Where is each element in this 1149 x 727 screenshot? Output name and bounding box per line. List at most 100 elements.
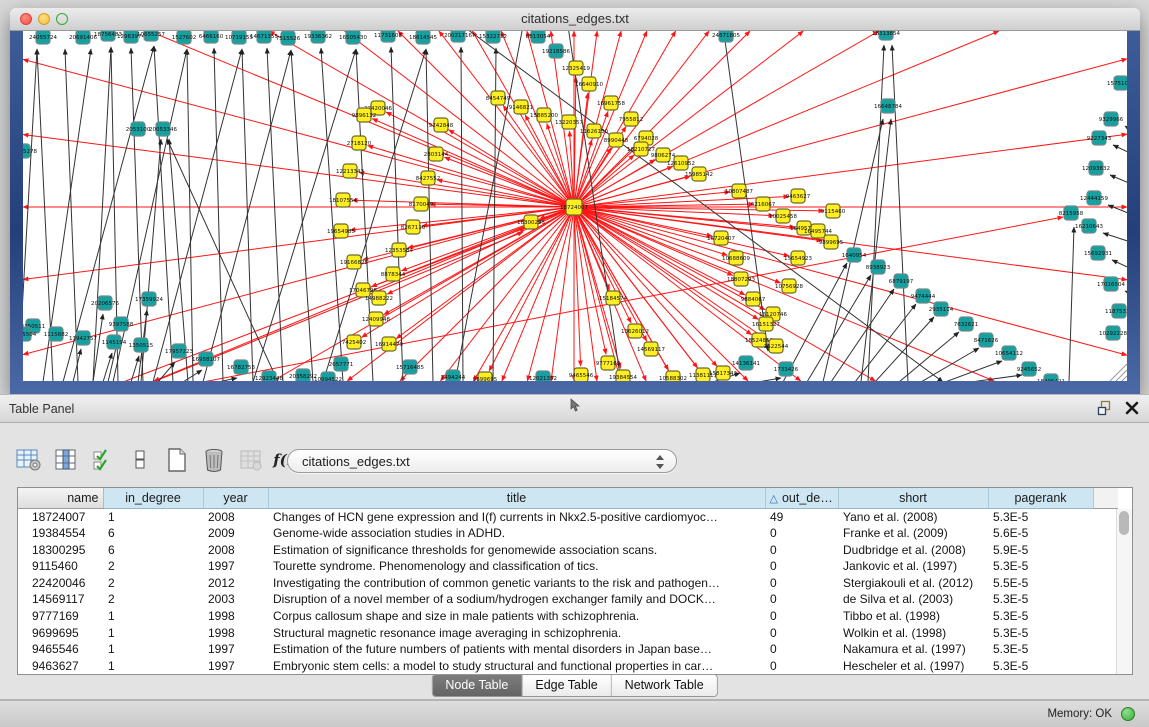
- graph-node[interactable]: 8938923: [866, 260, 891, 274]
- graph-node[interactable]: 19384554: [609, 370, 637, 381]
- graph-node[interactable]: 9463627: [786, 189, 811, 203]
- table-row[interactable]: 2242004622012Investigating the contribut…: [18, 575, 1118, 592]
- graph-node[interactable]: 14136141: [732, 356, 760, 370]
- graph-node[interactable]: 17135278: [23, 144, 37, 158]
- graph-node[interactable]: 9465546: [569, 368, 594, 381]
- table-row[interactable]: 911546021997Tourette syndrome. Phenomeno…: [18, 558, 1118, 575]
- graph-node[interactable]: 8471626: [974, 333, 999, 347]
- graph-node[interactable]: 12409948: [362, 312, 390, 326]
- graph-node[interactable]: 2053100: [126, 122, 151, 136]
- graph-node[interactable]: 20206576: [91, 296, 119, 310]
- column-header-year[interactable]: year: [203, 488, 268, 508]
- graph-node[interactable]: 1350515: [129, 338, 154, 352]
- graph-node[interactable]: 1640954: [842, 248, 867, 262]
- graph-node[interactable]: 2803144: [424, 147, 449, 161]
- graph-node[interactable]: 15692931: [1084, 246, 1112, 260]
- graph-node[interactable]: 14671355: [250, 31, 278, 43]
- graph-node[interactable]: 19336362: [304, 31, 332, 43]
- import-table-icon[interactable]: [238, 447, 264, 473]
- graph-node[interactable]: 24055724: [29, 31, 57, 44]
- new-table-icon[interactable]: [164, 447, 190, 473]
- graph-node[interactable]: 2718120: [347, 136, 372, 150]
- table-scrollbar-thumb[interactable]: [1119, 511, 1129, 535]
- tab-network-table[interactable]: Network Table: [612, 675, 717, 696]
- graph-node[interactable]: 16648784: [874, 99, 902, 113]
- graph-node[interactable]: 24871805: [712, 31, 740, 42]
- row-select-icon[interactable]: [90, 447, 116, 473]
- graph-node[interactable]: 9227343: [1087, 131, 1112, 145]
- graph-node[interactable]: 16782753: [227, 360, 255, 374]
- graph-node[interactable]: 6879197: [889, 274, 914, 288]
- graph-node[interactable]: 10756928: [775, 279, 803, 293]
- graph-node[interactable]: 19218586: [542, 44, 570, 58]
- tab-edge-table[interactable]: Edge Table: [522, 675, 611, 696]
- graph-node[interactable]: 6216067: [751, 197, 776, 211]
- table-row[interactable]: 1830029562008Estimation of significance …: [18, 542, 1118, 559]
- float-panel-icon[interactable]: [1097, 400, 1113, 421]
- network-window-titlebar[interactable]: citations_edges.txt: [10, 8, 1140, 31]
- graph-node[interactable]: 9115460: [821, 204, 846, 218]
- table-row[interactable]: 977716911998Corpus callosum shape and si…: [18, 608, 1118, 625]
- graph-node[interactable]: 11731608: [374, 31, 402, 42]
- close-panel-icon[interactable]: [1125, 401, 1139, 420]
- graph-node[interactable]: 16640910: [575, 77, 603, 91]
- graph-node[interactable]: 12444159: [1080, 191, 1108, 205]
- graph-node[interactable]: 8170049: [409, 197, 434, 211]
- graph-node[interactable]: 10654112: [995, 346, 1023, 360]
- graph-node[interactable]: 18313854: [872, 31, 900, 40]
- graph-node[interactable]: 7632621: [954, 317, 979, 331]
- graph-node[interactable]: 14569117: [637, 342, 665, 356]
- graph-node[interactable]: 16505430: [339, 31, 367, 44]
- graph-node[interactable]: 17957223: [165, 344, 193, 358]
- column-header-in_degree[interactable]: in_degree: [103, 488, 203, 508]
- column-header-out_de[interactable]: △out_de…: [765, 488, 838, 508]
- graph-node[interactable]: 8990448: [604, 133, 629, 147]
- graph-node[interactable]: 18495421: [1037, 374, 1065, 381]
- column-visibility-icon[interactable]: [53, 447, 79, 473]
- graph-node[interactable]: 1733426: [774, 362, 799, 376]
- graph-node[interactable]: 8878344: [381, 267, 406, 281]
- graph-node[interactable]: 15751074: [1107, 76, 1127, 90]
- graph-node[interactable]: 9699695: [473, 372, 498, 381]
- graph-node[interactable]: 9242848: [429, 118, 454, 132]
- graph-node[interactable]: 20358292: [289, 369, 317, 381]
- graph-node[interactable]: 12021352: [529, 371, 557, 381]
- graph-node[interactable]: 15985142: [685, 167, 713, 181]
- column-header-title[interactable]: title: [268, 488, 765, 508]
- table-row[interactable]: 1872400712008Changes of HCN gene express…: [18, 508, 1118, 525]
- graph-node[interactable]: 19166825: [340, 255, 368, 269]
- table-row[interactable]: 946362711997Embryonic stem cells: a mode…: [18, 658, 1118, 675]
- graph-node[interactable]: 20021716: [444, 31, 472, 42]
- graph-node[interactable]: 9329966: [1099, 112, 1124, 126]
- graph-node[interactable]: 15716485: [396, 360, 424, 374]
- graph-node[interactable]: 18614545: [409, 31, 437, 44]
- graph-node[interactable]: 11875337: [1105, 304, 1127, 318]
- delete-table-icon[interactable]: [201, 447, 227, 473]
- tab-node-table[interactable]: Node Table: [432, 675, 522, 696]
- graph-node[interactable]: 12325419: [562, 61, 590, 75]
- graph-node[interactable]: 9397588: [109, 317, 134, 331]
- column-narrow-icon[interactable]: [127, 447, 153, 473]
- graph-node[interactable]: 16914479: [375, 337, 403, 351]
- graph-node[interactable]: 8427552: [416, 171, 441, 185]
- graph-node[interactable]: 16210643: [1075, 219, 1103, 233]
- graph-node[interactable]: 9474444: [911, 289, 936, 303]
- graph-node[interactable]: 13220357: [555, 115, 583, 129]
- graph-node[interactable]: 10588302: [659, 371, 687, 381]
- column-header-short[interactable]: short: [838, 488, 988, 508]
- graph-node[interactable]: 15654923: [784, 251, 812, 265]
- memory-ok-indicator[interactable]: [1121, 707, 1135, 721]
- graph-node[interactable]: 18807293: [727, 272, 755, 286]
- graph-node[interactable]: 7515526: [276, 31, 301, 45]
- graph-node[interactable]: 10994522: [314, 372, 342, 381]
- table-row[interactable]: 1938455462009Genome-wide association stu…: [18, 525, 1118, 542]
- table-select-dropdown[interactable]: citations_edges.txt: [287, 449, 677, 473]
- network-canvas[interactable]: 2405572420691406187564831296397410655257…: [23, 31, 1127, 381]
- graph-node[interactable]: 17359924: [135, 292, 163, 306]
- graph-node[interactable]: 8454749: [486, 91, 511, 105]
- table-settings-icon[interactable]: [16, 447, 42, 473]
- table-row[interactable]: 946554611997Estimation of the future num…: [18, 641, 1118, 658]
- graph-node[interactable]: 6466160: [199, 31, 224, 43]
- graph-node[interactable]: 18107554: [329, 193, 357, 207]
- graph-node[interactable]: 13626012: [621, 324, 649, 338]
